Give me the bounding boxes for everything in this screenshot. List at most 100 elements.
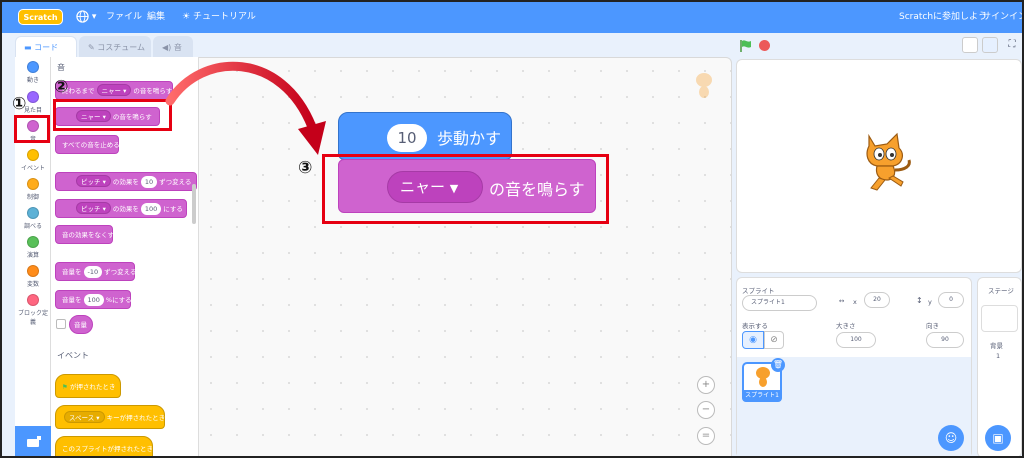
stop-icon[interactable] — [758, 39, 771, 52]
size-field[interactable]: 100 — [836, 332, 876, 348]
dropdown-value: ピッチ — [81, 205, 101, 213]
volume-checkbox[interactable] — [56, 319, 66, 329]
category-dot — [27, 91, 39, 103]
zoom-reset-button[interactable]: = — [697, 427, 715, 445]
palette-heading-sound: 音 — [57, 63, 65, 72]
category-label: ブロック定義 — [17, 310, 48, 326]
block-text: にする — [163, 205, 183, 213]
dropdown-value: ニャー — [101, 87, 122, 95]
block-set-volume[interactable]: 音量を 100 %にする — [55, 290, 132, 309]
category-dot — [27, 61, 39, 73]
show-eye-icon[interactable]: ◉ — [742, 331, 764, 349]
category-dot — [27, 236, 39, 248]
scratch-logo[interactable]: Scratch — [18, 9, 63, 25]
fullscreen-icon[interactable]: ⛶ — [1004, 37, 1020, 53]
effect-dropdown[interactable]: ピッチ ▾ — [76, 175, 111, 187]
stage-canvas[interactable] — [736, 59, 1022, 273]
code-icon: ▬ — [24, 43, 35, 52]
block-when-sprite-clicked[interactable]: このスプライトが押されたとき — [55, 436, 153, 456]
globe-icon — [76, 10, 89, 23]
value-input[interactable]: -10 — [83, 266, 103, 278]
block-text: 音量を — [62, 296, 82, 304]
stage-thumbnail[interactable] — [981, 305, 1018, 332]
cat-face-icon: ☺ — [944, 431, 958, 445]
palette-scrollbar[interactable] — [192, 184, 196, 224]
choose-sprite-button[interactable]: ☺ — [938, 425, 964, 451]
brush-icon: ✎ — [88, 43, 98, 52]
speaker-icon: ◀) — [162, 43, 174, 52]
tutorials-menu[interactable]: ☀ チュートリアル — [182, 2, 256, 33]
block-set-effect[interactable]: ピッチ ▾ の効果を 100 にする — [55, 199, 187, 218]
zoom-in-button[interactable]: + — [697, 376, 715, 394]
y-field[interactable]: 0 — [938, 292, 964, 308]
category-dot — [27, 207, 39, 219]
small-stage-button[interactable] — [962, 37, 978, 53]
block-change-volume[interactable]: 音量を -10 ずつ変える — [55, 262, 136, 281]
direction-label: 向き — [926, 322, 939, 330]
steps-input[interactable]: 10 — [387, 124, 427, 152]
language-menu[interactable]: ▾ — [76, 2, 96, 33]
choose-backdrop-button[interactable]: ▣ — [985, 425, 1011, 451]
block-text: が押されたとき — [69, 383, 116, 391]
tab-sound-label: 音 — [173, 43, 182, 52]
stage-header: ⛶ — [734, 33, 1022, 59]
normal-stage-button[interactable] — [982, 37, 998, 53]
category-dot — [27, 149, 39, 161]
add-extension-button[interactable] — [15, 426, 51, 456]
tab-code-label: コード — [34, 43, 59, 52]
y-label: y — [928, 298, 932, 306]
category-my-blocks[interactable]: ブロック定義 — [15, 294, 51, 326]
tab-code[interactable]: ▬ コード — [15, 36, 77, 58]
value-input[interactable]: 10 — [140, 176, 158, 188]
block-stop-all-sounds[interactable]: すべての音を止める — [55, 135, 120, 154]
block-clear-effects[interactable]: 音の効果をなくす — [55, 225, 114, 244]
block-text: の効果を — [112, 178, 139, 186]
value-input[interactable]: 100 — [83, 294, 104, 306]
menu-bar: Scratch ▾ ファイル 編集 ☀ チュートリアル Scratchに参加しよ… — [2, 2, 1022, 33]
key-dropdown[interactable]: スペース ▾ — [64, 411, 105, 423]
block-text: キーが押されたとき — [106, 414, 166, 422]
value-input[interactable]: 100 — [140, 203, 162, 215]
effect-dropdown[interactable]: ピッチ ▾ — [76, 202, 111, 214]
hide-eye-icon[interactable]: ⊘ — [764, 331, 784, 349]
block-text: %にする — [105, 296, 132, 304]
edit-menu[interactable]: 編集 — [147, 2, 165, 33]
block-volume-reporter[interactable]: 音量 — [69, 315, 93, 334]
category-events[interactable]: イベント — [15, 149, 51, 172]
dropdown-value: スペース — [69, 414, 95, 422]
block-when-key-pressed[interactable]: スペース ▾ キーが押されたとき — [55, 405, 165, 429]
green-flag-icon[interactable] — [739, 39, 753, 53]
category-sensing[interactable]: 調べる — [15, 207, 51, 230]
category-label: 見た目 — [23, 107, 42, 114]
delete-sprite-icon[interactable]: 🗑 — [771, 358, 785, 372]
block-when-flag-clicked[interactable]: ⚑ が押されたとき — [55, 374, 121, 398]
category-dot — [27, 178, 39, 190]
block-play-sound-until-done[interactable]: 終わるまで ニャー ▾ の音を鳴らす — [55, 81, 173, 100]
category-motion[interactable]: 動き — [15, 61, 51, 84]
category-dot — [27, 294, 39, 306]
category-variables[interactable]: 変数 — [15, 265, 51, 288]
annotation-number-2: ② — [54, 77, 69, 97]
file-menu[interactable]: ファイル — [106, 2, 142, 33]
category-label: 変数 — [26, 281, 39, 288]
signin-link[interactable]: サインイン — [982, 2, 1022, 33]
category-label: 調べる — [23, 223, 42, 230]
join-link[interactable]: Scratchに参加しよう — [899, 2, 987, 33]
annotation-box-sound-category — [14, 115, 50, 143]
tab-sounds[interactable]: ◀) 音 — [153, 36, 193, 58]
cat-sprite-icon[interactable] — [857, 130, 917, 194]
script-block-move-steps[interactable]: 10 歩動かす — [338, 112, 512, 160]
tab-costumes[interactable]: ✎ コスチューム — [79, 36, 151, 58]
zoom-out-button[interactable]: − — [697, 401, 715, 419]
sprite-name-field[interactable]: スプライト1 — [742, 295, 817, 311]
x-field[interactable]: 20 — [864, 292, 890, 308]
backdrop-label: 背景 — [990, 342, 1003, 350]
annotation-number-1: ① — [12, 94, 27, 114]
block-change-effect[interactable]: ピッチ ▾ の効果を 10 ずつ変える — [55, 172, 197, 191]
category-control[interactable]: 制御 — [15, 178, 51, 201]
category-operators[interactable]: 演算 — [15, 236, 51, 259]
category-dot — [27, 265, 39, 277]
sound-dropdown[interactable]: ニャー ▾ — [96, 84, 132, 96]
direction-field[interactable]: 90 — [926, 332, 964, 348]
extension-icon — [27, 436, 41, 447]
